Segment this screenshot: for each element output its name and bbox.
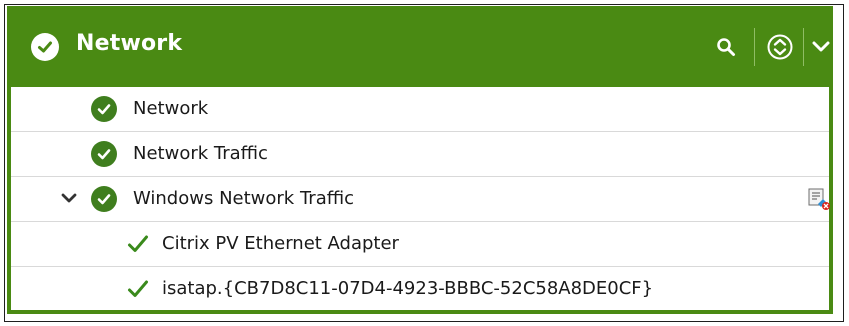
tree-row-network[interactable]: Network (11, 87, 829, 132)
panel-title: Network (76, 31, 183, 56)
tree-row-isatap[interactable]: isatap.{CB7D8C11-07D4-4923-BBBC-52C58A8D… (11, 267, 829, 312)
tree-row-label: Citrix PV Ethernet Adapter (162, 233, 399, 254)
tree-row-label: Network Traffic (133, 143, 268, 164)
tree-row-network-traffic[interactable]: Network Traffic (11, 132, 829, 177)
tree-list: Network Network Traffic Windows Network … (11, 87, 831, 312)
sort-updown-icon[interactable] (767, 32, 793, 62)
tree-row-label: isatap.{CB7D8C11-07D4-4923-BBBC-52C58A8D… (162, 278, 654, 299)
tree-row-citrix-pv-ethernet-adapter[interactable]: Citrix PV Ethernet Adapter (11, 222, 829, 267)
chevron-down-icon[interactable] (811, 36, 831, 58)
status-ok-icon (91, 141, 117, 167)
check-circle-icon (31, 33, 59, 61)
tree-row-label: Network (133, 98, 209, 119)
configure-icon[interactable] (807, 187, 831, 215)
checkmark-icon (127, 279, 149, 303)
checkmark-icon (127, 234, 149, 258)
status-ok-icon (91, 96, 117, 122)
expand-caret-icon[interactable] (61, 191, 77, 210)
header-divider (754, 28, 755, 66)
header-divider (803, 28, 804, 66)
panel-header: Network (7, 6, 833, 87)
tree-row-label: Windows Network Traffic (133, 188, 355, 209)
search-icon[interactable] (714, 35, 738, 59)
tree-row-windows-network-traffic[interactable]: Windows Network Traffic (11, 177, 831, 222)
status-ok-icon (91, 186, 117, 212)
